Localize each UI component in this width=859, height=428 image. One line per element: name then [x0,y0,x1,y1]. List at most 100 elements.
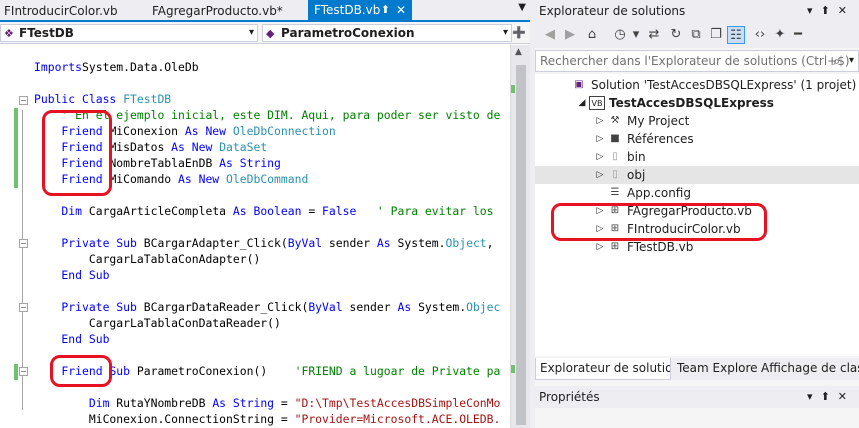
collapse-icon[interactable]: − [19,303,28,312]
expanded-arrow-icon[interactable]: ◢ [577,94,587,112]
tab-fintroducircolor[interactable]: FIntroducirColor.vb [0,2,140,20]
code-token: ByVal [308,300,350,314]
member-dropdown-value: ParametroConexion [281,26,415,40]
code-token: sender [349,300,398,314]
chevron-down-icon[interactable]: ▾ [849,51,854,71]
tab-list-dropdown-icon[interactable]: ▼ [518,2,526,13]
code-token: Private Sub [34,300,144,314]
dropdown-icon[interactable]: ▾ [807,390,821,403]
code-line: Private Sub BCargarDataReader_Click(ByVa… [34,299,500,315]
view-code-icon[interactable]: ‹› [751,26,769,44]
tree-item[interactable]: ▷ ■ Références [535,130,859,148]
collapse-icon[interactable]: − [19,239,28,248]
tree-item[interactable]: ▷ ▯ bin [535,148,859,166]
code-token: RutaYNombreDB [116,396,213,410]
properties-title-bar: Propriétés ▾⬆✕ [535,386,859,408]
code-token: = [274,396,295,410]
sync-icon[interactable]: ⇄ [645,26,663,44]
code-token: "Provider=Microsoft.ACE.OLEDB. [294,412,501,426]
solution-explorer-title-bar: Explorateur de solutions ▾⬆✕ [535,0,859,22]
solution-search-input[interactable]: Rechercher dans l'Explorateur de solutio… [535,50,859,72]
pin-icon[interactable]: ⬆ [381,0,390,20]
close-icon[interactable]: ✕ [838,390,855,403]
code-line: ImportsSystem.Data.OleDb [34,59,199,75]
preview-icon[interactable]: ━ [789,26,807,44]
collapse-icon[interactable]: − [19,367,28,376]
code-token: CargarLaTablaConDataReader() [34,316,281,330]
vertical-scrollbar[interactable]: ▲ [510,45,530,428]
collapsed-arrow-icon[interactable]: ▷ [595,112,605,130]
scrollbar-thumb[interactable] [516,65,526,425]
document-tab-strip: FIntroducirColor.vb FAgregarProducto.vb*… [0,0,530,22]
code-text-area[interactable]: − − − − ImportsSystem.Data.OleDb Public C… [0,45,510,428]
code-token: "D:\Tmp\TestAccesDBSimpleConMo [294,396,501,410]
collapse-all-icon[interactable]: ⧉ [687,26,705,44]
code-token: ParametroConexion() [136,364,295,378]
tree-item[interactable]: ◢ VB TestAccesDBSQLExpress [535,94,859,112]
code-token: String [239,156,281,170]
search-placeholder: Rechercher dans l'Explorateur de solutio… [540,54,850,68]
tab-ftestdb[interactable]: FTestDB.vb ⬆ ✕ [308,0,412,20]
window-controls: ▾⬆✕ [807,386,855,408]
close-icon[interactable]: ✕ [396,0,406,20]
tab-team-explorer[interactable]: Team Explorer [673,358,757,380]
tab-label: FAgregarProducto.vb* [152,4,283,18]
collapsed-arrow-icon[interactable]: ▷ [595,148,605,166]
window-controls: ▾⬆✕ [807,0,855,22]
properties-icon[interactable]: ☷ [727,26,745,44]
chevron-down-icon[interactable]: ▾ [627,26,645,44]
tab-label: Team Explorer [677,361,757,375]
tree-item[interactable]: ▷ ▯ obj [535,166,859,184]
home-icon[interactable]: ⌂ [583,26,601,44]
tree-item-label: App.config [627,186,691,200]
outline-guide [22,110,23,410]
chevron-down-icon: ▾ [248,27,254,38]
code-line: Dim CargaArticleCompleta As Boolean = Fa… [34,203,493,219]
tree-item[interactable]: ☰ App.config [535,184,859,202]
folder-icon: ▯ [612,169,618,180]
collapsed-arrow-icon[interactable]: ▷ [595,130,605,148]
pin-icon[interactable]: ⬆ [821,4,838,17]
code-token: 'FRIEND a lugoar de Private pa [294,364,501,378]
code-token: End Sub [34,332,110,346]
forward-icon[interactable]: ▶ [561,26,579,44]
code-line: Dim RutaYNombreDB As String = "D:\Tmp\Te… [34,395,501,411]
code-token: As New [171,140,220,154]
code-line: Private Sub BCargarAdapter_Click(ByVal s… [34,235,493,251]
scroll-up-icon[interactable]: ▲ [515,47,522,57]
tree-item[interactable]: ▷ ⚒ My Project [535,112,859,130]
code-token: Objec [466,300,501,314]
code-line: End Sub [34,267,109,283]
tab-solution-explorer[interactable]: Explorateur de solutions [535,358,671,380]
show-all-files-icon[interactable]: ❐ [707,26,725,44]
split-window-icon[interactable]: ➕ [512,25,526,41]
code-token: System. [418,300,467,314]
member-dropdown[interactable]: ◆ ParametroConexion ▾ [262,24,512,42]
code-token: BCargarDataReader_Click( [143,300,309,314]
folder-icon: ▯ [612,151,618,162]
panel-title: Propriétés [539,390,600,404]
code-token: ByVal [287,236,329,250]
code-token: NombreTablaEnDB [109,156,220,170]
tab-class-view[interactable]: Affichage de classe [757,358,859,380]
tab-label: FTestDB.vb [314,3,381,17]
pin-icon[interactable]: ⬆ [821,390,838,403]
refresh-icon[interactable]: ↻ [667,26,685,44]
tree-item[interactable]: ▣ Solution 'TestAccesDBSQLExpress' (1 pro… [535,76,859,94]
solution-explorer-toolbar: ◀ ▶ ⌂ ◷ ▾ ⇄ ↻ ⧉ ❐ ☷ ‹› ✦ ━ [535,22,859,48]
close-icon[interactable]: ✕ [838,4,855,17]
collapsed-arrow-icon[interactable]: ▷ [595,166,605,184]
dropdown-icon[interactable]: ▾ [807,4,821,17]
code-token: BCargarAdapter_Click( [143,236,288,250]
back-icon[interactable]: ◀ [541,26,559,44]
code-token: As [397,300,419,314]
settings-icon[interactable]: ✦ [771,26,789,44]
code-token: System.Data.OleDb [82,60,199,74]
code-token: End Sub [34,268,110,282]
collapse-icon[interactable]: − [19,96,28,105]
code-token: As String [212,396,275,410]
tree-item-label: Solution 'TestAccesDBSQLExpress' (1 proj… [591,78,857,92]
search-icon[interactable]: ⌕ [833,51,840,71]
class-dropdown[interactable]: ❖ FTestDB ▾ [0,24,258,42]
tab-fagregarproducto[interactable]: FAgregarProducto.vb* [148,2,308,20]
